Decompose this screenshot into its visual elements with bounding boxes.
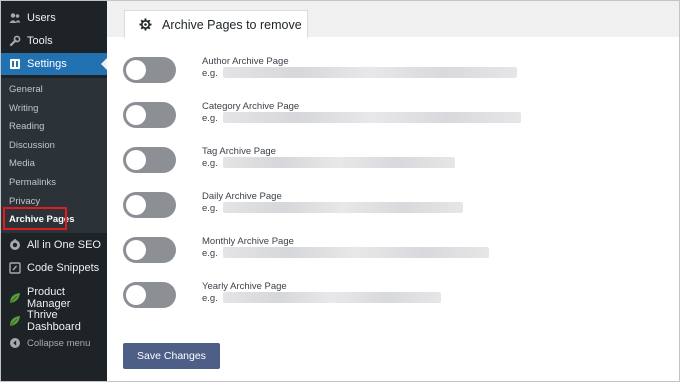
- sidebar-item-settings[interactable]: Settings: [1, 53, 107, 75]
- author-archive-toggle[interactable]: [123, 57, 176, 83]
- toggle-knob: [126, 60, 146, 80]
- sidebar-item-code-snippets[interactable]: Code Snippets: [1, 257, 107, 279]
- row-title: Category Archive Page: [202, 101, 300, 112]
- highlight-box: [3, 207, 67, 230]
- redacted-url: [223, 157, 455, 168]
- archive-row-category: Category Archive Page e.g.: [107, 99, 679, 139]
- collapse-menu-label: Collapse menu: [27, 337, 91, 349]
- tab-archive-pages[interactable]: Archive Pages to remove: [124, 10, 308, 38]
- settings-panel: Author Archive Page e.g. Category Archiv…: [107, 37, 679, 381]
- save-changes-button[interactable]: Save Changes: [123, 343, 220, 369]
- sidebar-item-users[interactable]: Users: [1, 7, 107, 29]
- collapse-arrow-icon: [9, 337, 21, 349]
- toggle-knob: [126, 150, 146, 170]
- sidebar-item-label: Tools: [27, 35, 53, 47]
- sidebar-item-label: Code Snippets: [27, 262, 100, 274]
- submenu-label: Reading: [9, 120, 45, 132]
- leaf-icon: [9, 292, 21, 304]
- admin-window: Users Tools Settings General Writing Rea…: [0, 0, 680, 382]
- redacted-url: [223, 202, 463, 213]
- row-title: Author Archive Page: [202, 56, 289, 67]
- toggle-knob: [126, 285, 146, 305]
- toggle-knob: [126, 105, 146, 125]
- submenu-item-writing[interactable]: Writing: [1, 99, 107, 117]
- category-archive-toggle[interactable]: [123, 102, 176, 128]
- tag-archive-toggle[interactable]: [123, 147, 176, 173]
- daily-archive-toggle[interactable]: [123, 192, 176, 218]
- row-title: Daily Archive Page: [202, 191, 282, 202]
- submenu-label: General: [9, 83, 43, 95]
- redacted-url: [223, 247, 489, 258]
- submenu-label: Permalinks: [9, 176, 56, 188]
- wrench-icon: [9, 35, 21, 47]
- row-example-label: e.g.: [202, 248, 218, 259]
- submenu-label: Media: [9, 157, 35, 169]
- sidebar-item-label: Settings: [27, 58, 67, 70]
- main-content: Author Archive Page e.g. Category Archiv…: [107, 1, 679, 381]
- toggle-knob: [126, 240, 146, 260]
- archive-row-daily: Daily Archive Page e.g.: [107, 189, 679, 229]
- archive-row-monthly: Monthly Archive Page e.g.: [107, 234, 679, 274]
- toggle-knob: [126, 195, 146, 215]
- row-example-label: e.g.: [202, 158, 218, 169]
- submenu-label: Writing: [9, 102, 39, 114]
- sidebar-item-all-in-one-seo[interactable]: All in One SEO: [1, 234, 107, 256]
- settings-icon: [9, 58, 21, 70]
- archive-row-author: Author Archive Page e.g.: [107, 54, 679, 94]
- submenu-item-discussion[interactable]: Discussion: [1, 136, 107, 154]
- yearly-archive-toggle[interactable]: [123, 282, 176, 308]
- submenu-item-general[interactable]: General: [1, 80, 107, 98]
- submenu-label: Privacy: [9, 195, 41, 207]
- aioseo-icon: [9, 239, 21, 251]
- row-example-label: e.g.: [202, 68, 218, 79]
- submenu-item-media[interactable]: Media: [1, 154, 107, 172]
- monthly-archive-toggle[interactable]: [123, 237, 176, 263]
- redacted-url: [223, 292, 441, 303]
- gear-icon: [139, 18, 152, 31]
- row-example-label: e.g.: [202, 203, 218, 214]
- submenu-label: Discussion: [9, 139, 55, 151]
- row-title: Tag Archive Page: [202, 146, 276, 157]
- submenu-item-permalinks[interactable]: Permalinks: [1, 173, 107, 191]
- row-example-label: e.g.: [202, 293, 218, 304]
- row-title: Monthly Archive Page: [202, 236, 294, 247]
- sidebar-item-tools[interactable]: Tools: [1, 30, 107, 52]
- admin-sidebar: Users Tools Settings General Writing Rea…: [1, 1, 107, 381]
- archive-row-yearly: Yearly Archive Page e.g.: [107, 279, 679, 319]
- redacted-url: [223, 112, 521, 123]
- row-example-label: e.g.: [202, 113, 218, 124]
- submenu-item-reading[interactable]: Reading: [1, 117, 107, 135]
- collapse-menu-button[interactable]: Collapse menu: [1, 332, 107, 354]
- leaf-icon: [9, 315, 21, 327]
- sidebar-item-label: All in One SEO: [27, 239, 101, 251]
- tab-label: Archive Pages to remove: [162, 17, 302, 32]
- sidebar-item-label: Thrive Dashboard: [27, 309, 81, 333]
- sidebar-item-product-manager[interactable]: Product Manager: [1, 286, 107, 310]
- sidebar-item-label: Users: [27, 12, 56, 24]
- sidebar-item-label: Product Manager: [27, 286, 71, 310]
- archive-row-tag: Tag Archive Page e.g.: [107, 144, 679, 184]
- code-snippets-icon: [9, 262, 21, 274]
- redacted-url: [223, 67, 517, 78]
- sidebar-item-thrive-dashboard[interactable]: Thrive Dashboard: [1, 309, 107, 333]
- users-icon: [9, 12, 21, 24]
- row-title: Yearly Archive Page: [202, 281, 287, 292]
